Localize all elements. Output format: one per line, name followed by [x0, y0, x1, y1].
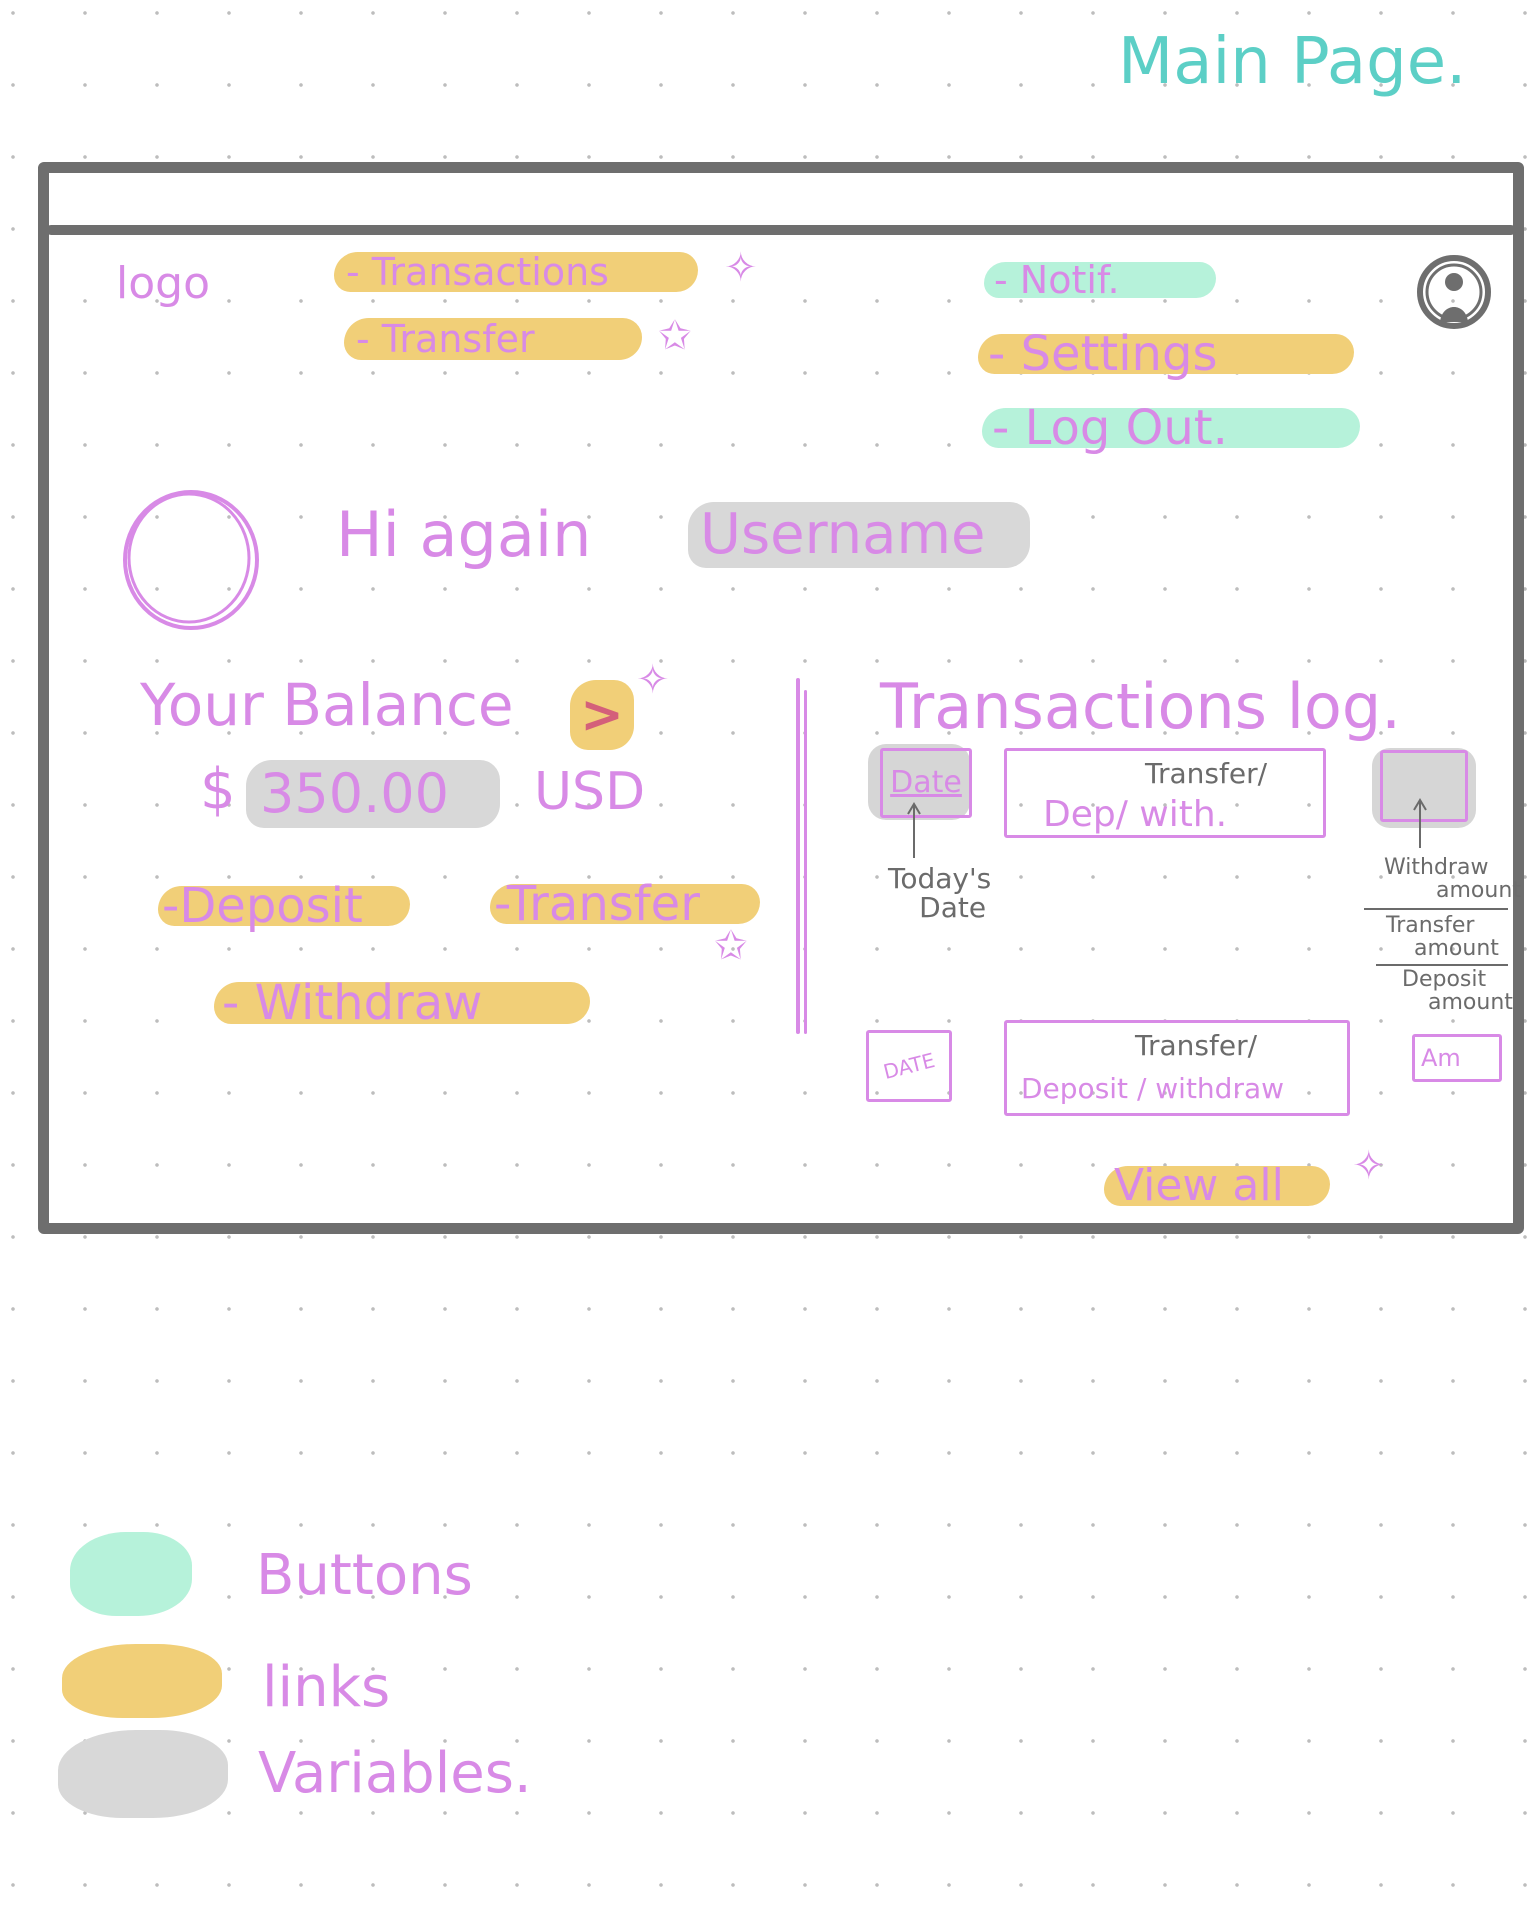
nav-link-transfer[interactable]: - Transfer	[344, 318, 642, 360]
balance-details-link[interactable]: >	[570, 680, 634, 750]
transaction-type-top: Transfer/	[1135, 1029, 1258, 1062]
balance-label: Your Balance	[140, 671, 514, 739]
legend-label-links: links	[262, 1655, 391, 1720]
legend-swatch-variables	[58, 1730, 228, 1818]
amount-note: Transfer amount	[1386, 914, 1499, 960]
notif-button-label: - Notif.	[994, 258, 1120, 302]
balance-amount: 350.00	[260, 762, 449, 825]
transaction-amount-cell: Am	[1412, 1034, 1502, 1082]
nav-link-transactions[interactable]: - Transactions	[334, 252, 698, 292]
amount-note-line: amount	[1436, 878, 1521, 904]
transaction-date: DATE	[880, 1048, 938, 1084]
priority-star-icon: ✧	[724, 245, 758, 291]
priority-star-icon: ✧	[1352, 1143, 1386, 1189]
nav-link-transfer-label: - Transfer	[356, 317, 535, 361]
profile-avatar-icon[interactable]	[1414, 252, 1494, 336]
todays-date-note-line: Today's	[888, 862, 992, 895]
view-all-link-label: View all	[1114, 1160, 1284, 1211]
deposit-link[interactable]: -Deposit	[158, 882, 410, 930]
notif-button[interactable]: - Notif.	[984, 258, 1216, 302]
currency-symbol: $	[200, 757, 236, 822]
annotation-arrow-icon	[907, 802, 921, 858]
legend-swatch-links	[62, 1644, 222, 1718]
priority-star-icon: ✩	[714, 923, 748, 969]
withdraw-link[interactable]: - Withdraw	[214, 975, 590, 1031]
todays-date-note-line: Date	[919, 891, 987, 925]
priority-star-icon: ✧	[636, 657, 670, 703]
amount-note-line: amount	[1428, 990, 1513, 1016]
user-avatar-placeholder	[123, 490, 259, 630]
section-divider	[796, 678, 800, 1034]
page-title: Main Page.	[1118, 25, 1467, 99]
username-text: Username	[700, 502, 986, 567]
legend-swatch-buttons	[70, 1532, 192, 1616]
annotation-arrow-icon	[1413, 798, 1427, 848]
logout-button[interactable]: - Log Out.	[982, 404, 1360, 452]
transaction-amount: Am	[1421, 1044, 1461, 1072]
transaction-type-bottom: Dep/ with.	[1043, 794, 1228, 835]
todays-date-note: Today's Date	[888, 864, 991, 923]
deposit-link-label: -Deposit	[162, 878, 363, 934]
priority-star-icon: ✩	[658, 313, 692, 359]
logout-button-label: - Log Out.	[992, 400, 1228, 456]
transaction-type-cell: Transfer/ Dep/ with.	[1004, 748, 1326, 838]
chevron-right-icon: >	[580, 685, 624, 745]
amount-note-line: Deposit	[1402, 967, 1487, 992]
transaction-type-cell: Transfer/ Deposit / withdraw	[1004, 1020, 1350, 1116]
amount-note-divider	[1364, 908, 1508, 910]
username-variable: Username	[688, 502, 1030, 568]
balance-amount-variable: 350.00	[246, 760, 500, 828]
amount-note-line: Transfer	[1386, 913, 1475, 938]
withdraw-link-label: - Withdraw	[222, 975, 483, 1031]
legend-label-variables: Variables.	[258, 1741, 532, 1806]
amount-note: Deposit amount	[1402, 968, 1513, 1014]
transaction-date-cell: DATE	[866, 1030, 952, 1102]
logo[interactable]: logo	[116, 262, 210, 306]
browser-toolbar-divider	[46, 225, 1516, 235]
transaction-date: Date	[890, 765, 962, 800]
transfer-link[interactable]: -Transfer	[490, 880, 760, 928]
transfer-link-label: -Transfer	[494, 876, 700, 932]
amount-note-line: amount	[1414, 936, 1499, 962]
amount-note-divider	[1376, 964, 1508, 966]
transaction-type-top: Transfer/	[1145, 757, 1268, 790]
legend-label-buttons: Buttons	[256, 1543, 473, 1608]
settings-link-label: - Settings	[988, 326, 1218, 382]
section-divider	[804, 690, 807, 1034]
greeting-text: Hi again	[336, 498, 592, 571]
transaction-type-bottom: Deposit / withdraw	[1021, 1072, 1285, 1105]
amount-note-line: Withdraw	[1384, 855, 1489, 880]
nav-link-transactions-label: - Transactions	[346, 250, 609, 294]
transaction-date-cell: Date	[880, 748, 972, 818]
amount-note: Withdraw amount	[1384, 856, 1521, 902]
transactions-title: Transactions log.	[880, 670, 1401, 743]
currency-code: USD	[534, 762, 646, 822]
settings-link[interactable]: - Settings	[978, 330, 1354, 378]
view-all-link[interactable]: View all	[1104, 1160, 1330, 1211]
